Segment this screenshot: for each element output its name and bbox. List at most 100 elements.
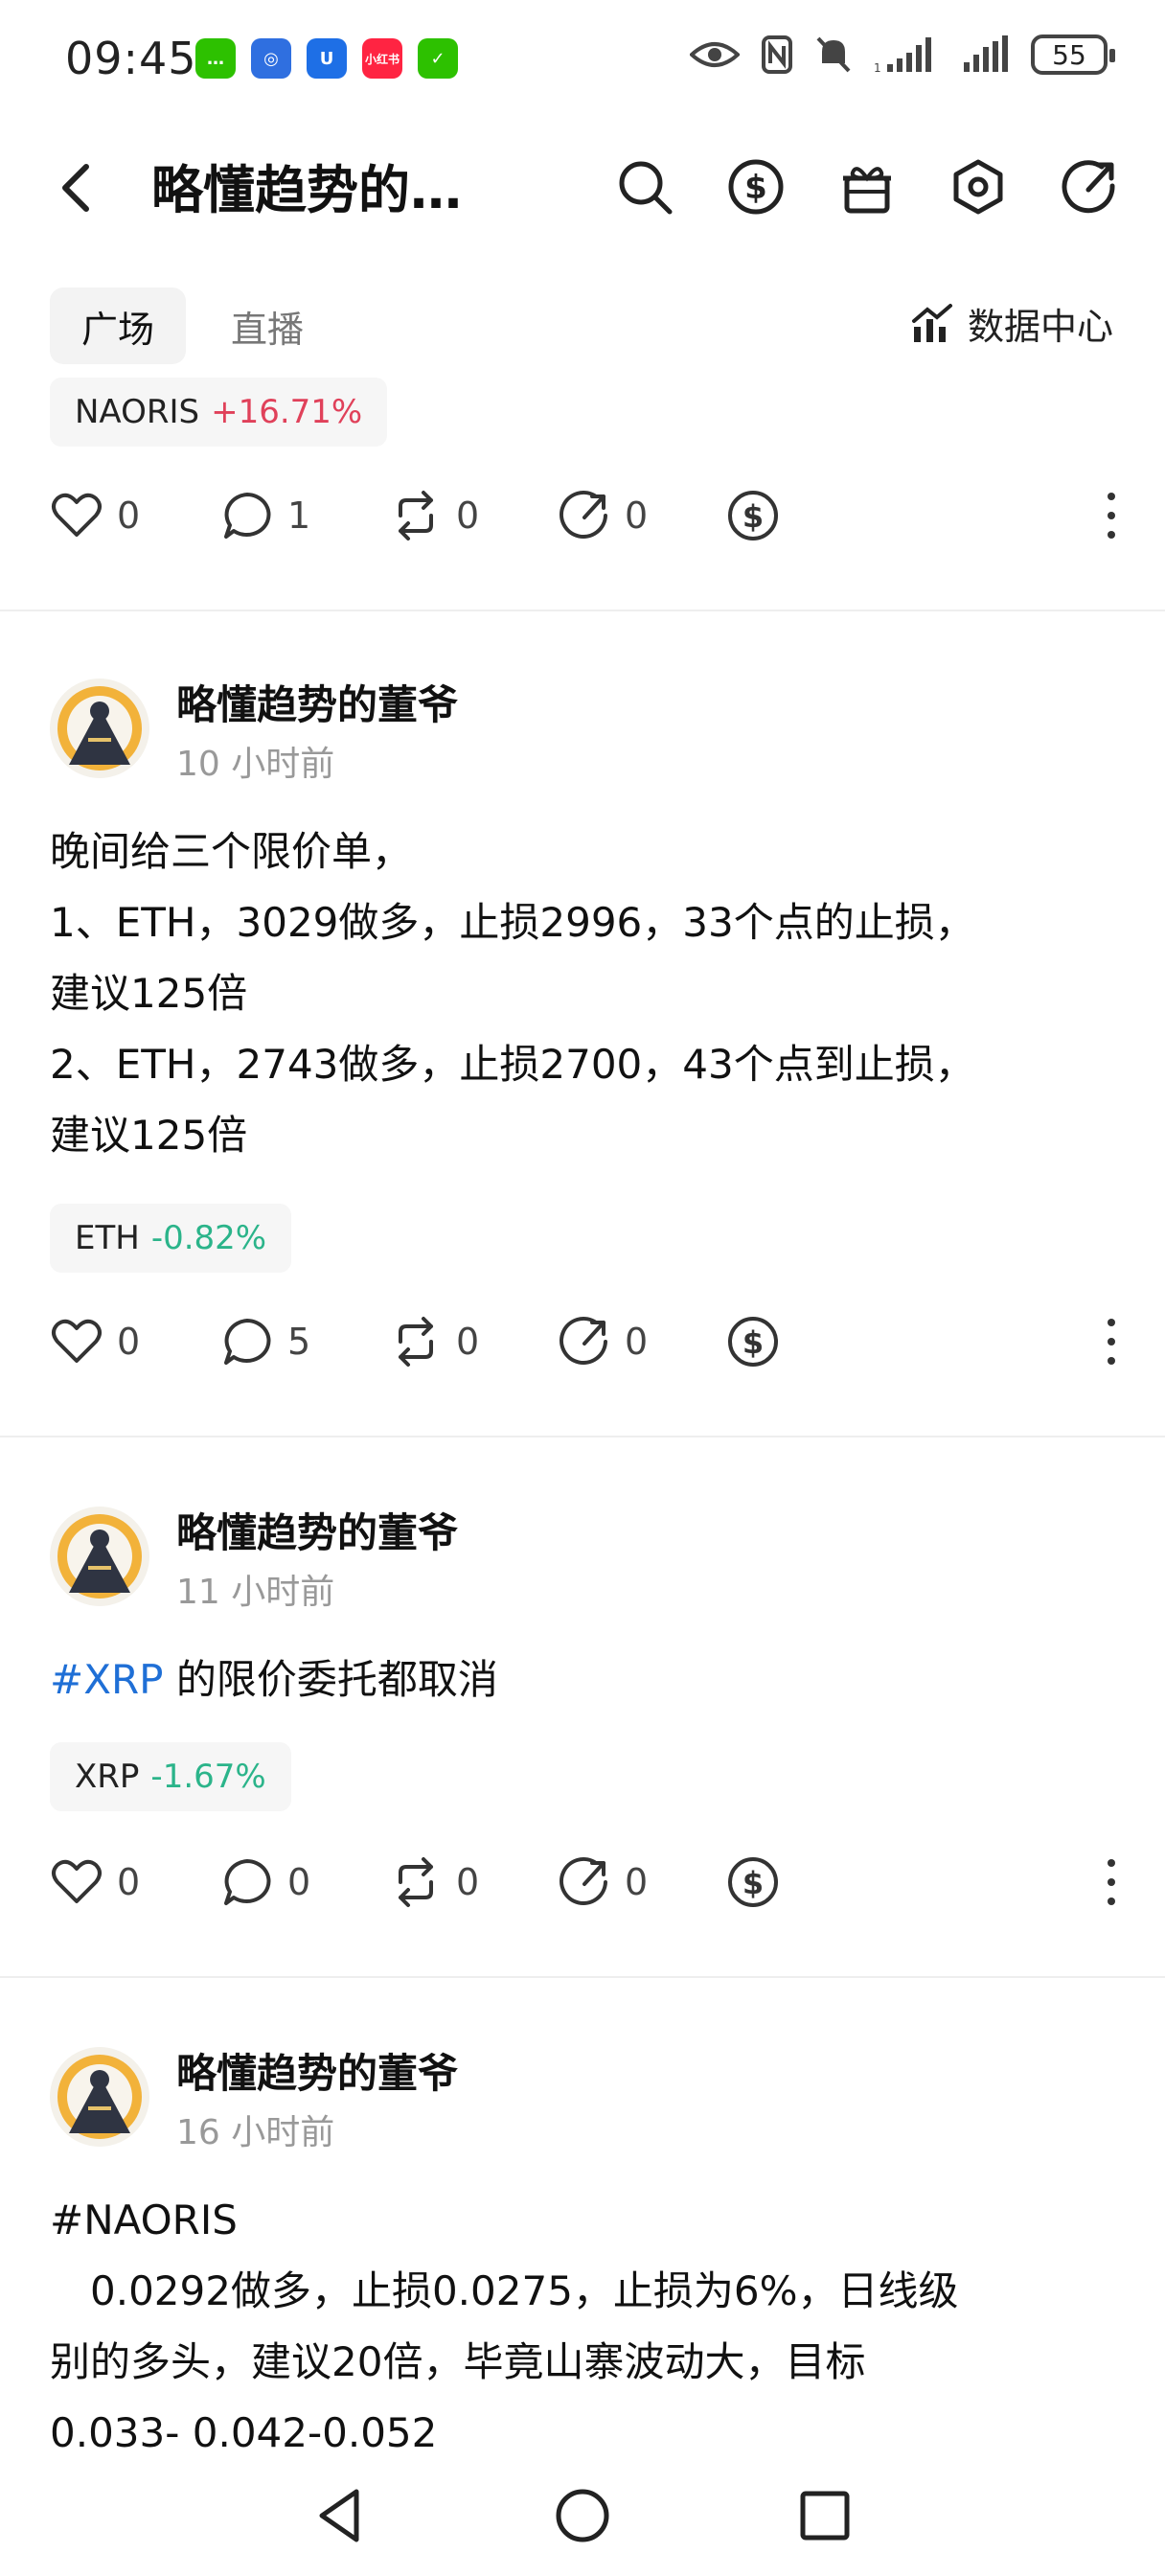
avatar[interactable] (50, 2047, 149, 2147)
repost-icon (399, 1317, 433, 1367)
post-line-text: 建议125倍 (50, 1112, 248, 1159)
tab-live[interactable]: 直播 (205, 288, 330, 364)
heart-icon (52, 1319, 102, 1363)
status-indicators: 1 55 (690, 34, 1115, 75)
post-line: 1、ETH，3029做多，止损2996，33个点的止损， (50, 887, 1123, 958)
repost-icon (399, 491, 433, 540)
avatar[interactable] (50, 1506, 149, 1606)
coin-change: +16.71% (211, 393, 363, 431)
like-count: 0 (117, 494, 141, 537)
author-name[interactable]: 略懂趋势的董爷 (176, 2041, 458, 2100)
post-line: 0.033- 0.042-0.052 (50, 2398, 1123, 2469)
coin-change: -1.67% (150, 1758, 266, 1796)
like-count: 0 (117, 1321, 141, 1363)
post-line-text: 建议125倍 (50, 970, 248, 1017)
post-line: 别的多头，建议20倍，毕竟山寨波动大，目标 (50, 2327, 1123, 2398)
post-line-text: #NAORIS (50, 2196, 238, 2243)
share-icon[interactable] (1060, 157, 1119, 217)
u-app-icon: U (307, 38, 347, 79)
coin-tag[interactable]: NAORIS +16.71% (50, 378, 388, 447)
svg-text:$: $ (742, 1324, 764, 1361)
author-name[interactable]: 略懂趋势的董爷 (176, 673, 458, 731)
comment-bubble-icon (224, 493, 271, 539)
signal-1-icon: 1 (874, 37, 931, 74)
tip-button[interactable]: $ (726, 1315, 780, 1368)
post-time: 11 小时前 (176, 1573, 335, 1612)
data-center-label: 数据中心 (967, 306, 1113, 348)
like-button[interactable]: 0 (50, 489, 140, 542)
post-actions: 0 1 0 0 $ (50, 483, 1123, 550)
coin-change: -0.82% (150, 1219, 267, 1257)
coin-tag[interactable]: XRP -1.67% (50, 1742, 291, 1811)
comment-count: 0 (287, 1861, 311, 1903)
avatar[interactable] (50, 678, 149, 778)
share-button[interactable]: 0 (558, 1855, 648, 1909)
repost-count: 0 (456, 494, 480, 537)
like-button[interactable]: 0 (50, 1855, 140, 1909)
coin-tag[interactable]: ETH -0.82% (50, 1204, 292, 1273)
comment-button[interactable]: 0 (220, 1855, 310, 1909)
tab-square[interactable]: 广场 (50, 288, 186, 364)
post-body: #XRP 的限价委托都取消 (50, 1644, 1123, 1715)
post-line: 0.0292做多，止损0.0275，止损为6%，日线级 (50, 2256, 1123, 2327)
nav-home-icon[interactable] (551, 2484, 614, 2547)
share-arrow-icon (560, 491, 607, 539)
coin-symbol: XRP (75, 1758, 140, 1796)
divider (0, 1976, 1165, 1978)
like-count: 0 (117, 1861, 141, 1903)
status-time: 09:45 (65, 33, 197, 84)
share-arrow-icon (560, 1317, 607, 1365)
post-line-text: 1、ETH，3029做多，止损2996，33个点的止损， (50, 899, 975, 946)
repost-button[interactable]: 0 (389, 1315, 479, 1368)
gift-icon[interactable] (837, 157, 897, 217)
dollar-icon[interactable]: $ (726, 157, 786, 217)
back-arrow-icon[interactable] (54, 157, 100, 218)
more-options-icon[interactable] (1100, 487, 1123, 544)
post-time: 16 小时前 (176, 2113, 335, 2152)
tip-button[interactable]: $ (726, 1855, 780, 1909)
more-options-icon[interactable] (1100, 1313, 1123, 1370)
nav-recents-icon[interactable] (793, 2484, 857, 2547)
nfc-icon (762, 35, 792, 74)
eye-icon (690, 42, 740, 67)
page-title: 略懂趋势的… (151, 160, 462, 220)
nav-back-icon[interactable] (308, 2484, 372, 2547)
post-line: 2、ETH，2743做多，止损2700，43个点到止损， (50, 1029, 1123, 1100)
post-line-text: 0.0292做多，止损0.0275，止损为6%，日线级 (50, 2267, 959, 2314)
like-button[interactable]: 0 (50, 1315, 140, 1368)
post-text: 的限价委托都取消 (163, 1656, 498, 1703)
dollar-tip-icon: $ (728, 1317, 778, 1367)
tip-button[interactable]: $ (726, 489, 780, 542)
repost-count: 0 (456, 1321, 480, 1363)
comment-button[interactable]: 1 (220, 489, 310, 542)
comment-button[interactable]: 5 (220, 1315, 310, 1368)
svg-text:$: $ (744, 169, 767, 207)
repost-icon (399, 1857, 433, 1907)
share-count: 0 (625, 494, 649, 537)
post-body: #NAORIS 0.0292做多，止损0.0275，止损为6%，日线级 别的多头… (50, 2185, 1123, 2469)
post-actions: 0 5 0 0 $ (50, 1309, 1123, 1376)
heart-icon (52, 1859, 102, 1903)
data-center-link[interactable]: 数据中心 (910, 297, 1113, 350)
author-name[interactable]: 略懂趋势的董爷 (176, 1501, 458, 1559)
coin-symbol: NAORIS (75, 393, 200, 431)
svg-text:1: 1 (874, 61, 881, 74)
share-button[interactable]: 0 (558, 489, 648, 542)
hashtag-link[interactable]: #XRP (50, 1656, 163, 1703)
post-line-text: 0.033- 0.042-0.052 (50, 2409, 438, 2456)
post-line-text: 2、ETH，2743做多，止损2700，43个点到止损， (50, 1041, 975, 1088)
share-count: 0 (625, 1321, 649, 1363)
repost-button[interactable]: 0 (389, 1855, 479, 1909)
xiaohongshu-icon: 小红书 (362, 38, 402, 79)
battery-indicator: 55 (1031, 34, 1115, 75)
post-line: #NAORIS (50, 2185, 1123, 2256)
comment-count: 5 (287, 1321, 311, 1363)
search-icon[interactable] (615, 157, 674, 217)
post-line: 晚间给三个限价单， (50, 816, 1123, 887)
settings-hexagon-icon[interactable] (948, 157, 1008, 217)
repost-button[interactable]: 0 (389, 489, 479, 542)
share-button[interactable]: 0 (558, 1315, 648, 1368)
comment-bubble-icon (224, 1319, 271, 1365)
more-options-icon[interactable] (1100, 1853, 1123, 1911)
header-actions: $ (615, 157, 1119, 217)
